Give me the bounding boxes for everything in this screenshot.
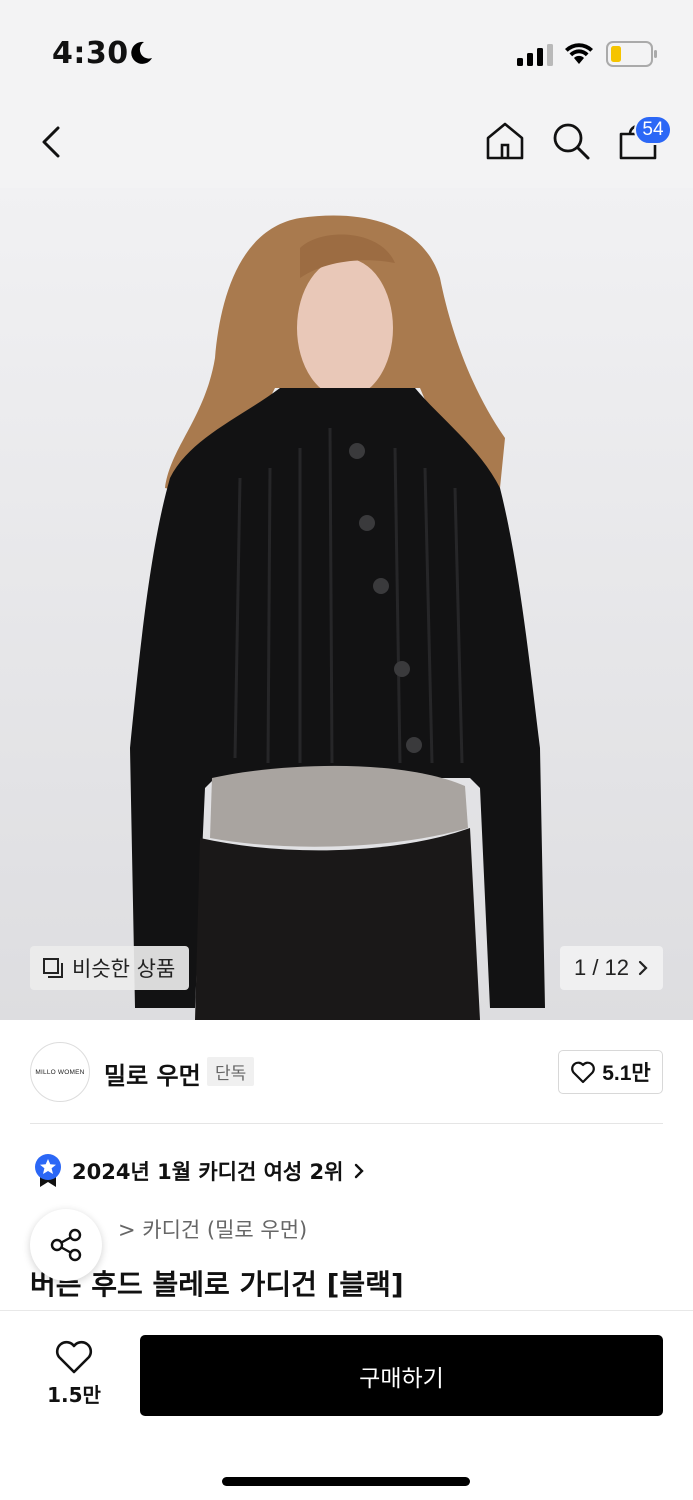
wishlist-button[interactable]: 1.5만 [40,1339,108,1408]
moon-icon [131,41,152,64]
ranking-link[interactable]: 2024년 1월 카디건 여성 2위 [34,1153,365,1189]
top-nav-bar: 54 [0,100,693,188]
status-time: 4:30 [52,36,129,71]
heart-icon [55,1340,93,1374]
signal-icon [517,44,553,66]
divider [30,1123,663,1124]
home-icon[interactable] [484,120,526,162]
home-indicator [222,1477,470,1486]
battery-icon [606,41,657,67]
category-text: > 카디건 (밀로 우먼) [118,1218,308,1242]
heart-icon [571,1061,596,1084]
similar-products-button[interactable]: 비슷한 상품 [30,946,190,990]
ranking-text: 2024년 1월 카디건 여성 2위 [72,1160,344,1184]
back-arrow-icon[interactable] [36,122,72,162]
wishlist-count: 1.5만 [47,1383,101,1407]
status-bar: 4:30 [0,0,693,100]
bottom-action-bar: 1.5만 구매하기 [0,1310,693,1500]
image-page-counter[interactable]: 1 / 12 [560,946,663,990]
product-image[interactable] [0,188,693,1020]
search-icon[interactable] [550,120,592,162]
brand-logo-text: MILLO WOMEN [35,1068,85,1076]
similar-products-label: 비슷한 상품 [72,957,176,981]
chevron-right-icon [355,1163,365,1179]
exclusive-tag: 단독 [207,1057,255,1086]
brand-like-count: 5.1만 [602,1062,651,1085]
brand-logo[interactable]: MILLO WOMEN [30,1042,90,1102]
share-icon [50,1228,82,1262]
product-photo [0,188,693,1020]
share-button[interactable] [30,1209,102,1281]
brand-like-button[interactable]: 5.1만 [558,1050,663,1094]
brand-row: MILLO WOMEN 밀로 우먼 단독 5.1만 [0,1020,693,1124]
ranking-badge-icon [35,1154,61,1187]
brand-name[interactable]: 밀로 우먼 [104,1056,201,1091]
chevron-right-icon [638,960,648,976]
cart-count-badge: 54 [634,115,672,145]
page-counter-text: 1 / 12 [573,955,630,980]
copy-icon [43,958,63,978]
wifi-icon [565,43,593,64]
buy-button[interactable]: 구매하기 [140,1335,663,1416]
